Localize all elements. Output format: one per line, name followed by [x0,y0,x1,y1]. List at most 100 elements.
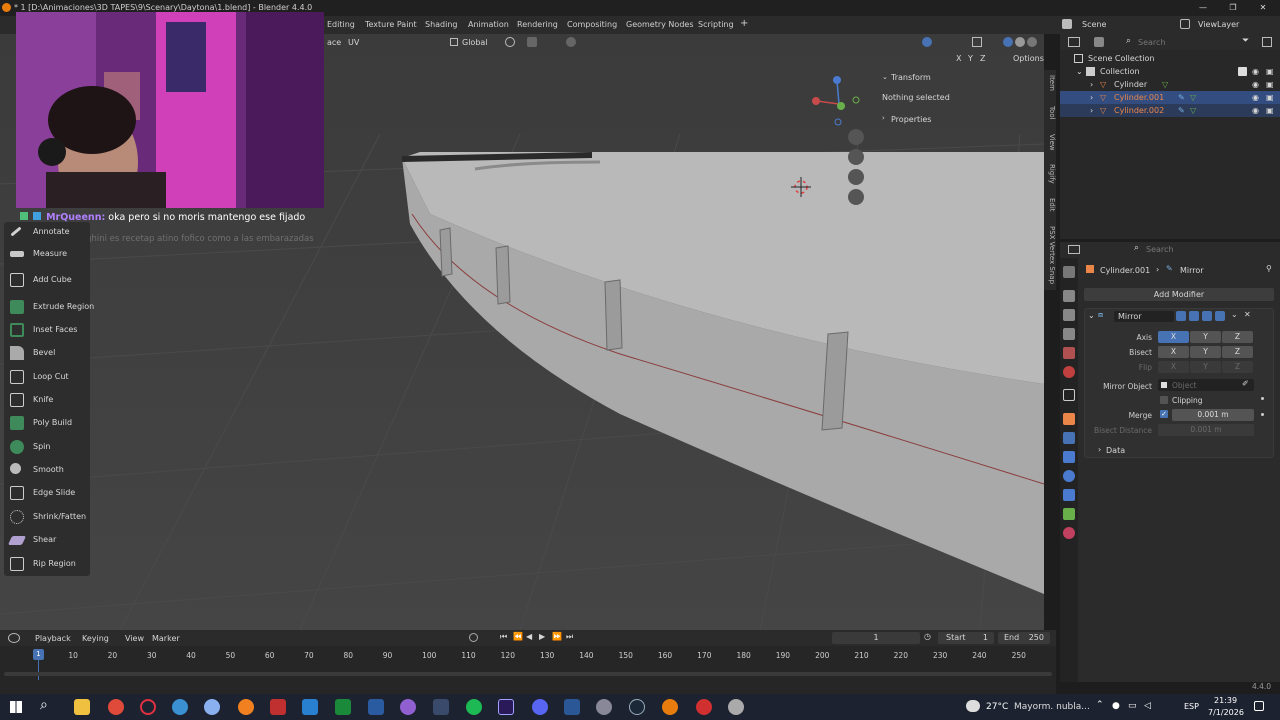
jump-start-icon[interactable]: ⏮ [500,632,507,642]
chevron-down-icon[interactable]: ⌄ [1231,310,1238,319]
tool-inset-faces[interactable]: Inset Faces [4,320,90,340]
tab-shading[interactable]: Shading [425,20,458,29]
filter-icon[interactable]: ⏷ [1242,36,1249,46]
camera-icon[interactable]: ▣ [1266,91,1274,104]
tab-editing[interactable]: Editing [327,20,355,29]
modifier-name-field[interactable]: Mirror [1114,311,1174,322]
tool-knife[interactable]: Knife [4,390,90,410]
world-tab-icon[interactable] [1063,366,1075,378]
pivot-icon[interactable] [505,37,515,47]
microphone-icon[interactable]: ● [1112,701,1120,711]
maximize-button[interactable]: ❐ [1218,0,1248,16]
tab-psx-vertex-snap[interactable]: PSX Vertex Snap [1044,226,1056,284]
pin-icon[interactable]: ⚲ [1266,264,1272,273]
browser-icon[interactable] [172,699,188,715]
checkbox-icon[interactable] [1238,67,1247,76]
camera-icon[interactable]: ▣ [1266,104,1274,117]
bisect-z-toggle[interactable]: Z [1222,346,1253,358]
axis-z-toggle[interactable]: Z [1222,331,1253,343]
marker-menu[interactable]: Marker [152,634,180,643]
tool-loop-cut[interactable]: Loop Cut [4,367,90,387]
tab-item[interactable]: Item [1044,75,1056,91]
opera-icon[interactable] [140,699,156,715]
merge-distance-field[interactable]: 0.001 m [1172,409,1254,421]
add-workspace-button[interactable]: + [740,18,748,29]
outliner-editor-icon[interactable] [1068,37,1080,47]
flip-y-toggle[interactable]: Y [1190,361,1221,373]
chevron-right-icon[interactable]: › [1098,445,1101,454]
keying-menu[interactable]: Keying [82,634,109,643]
properties-panel-header[interactable]: Properties [891,115,931,124]
timeline-scrollbar[interactable] [4,672,1052,676]
shading-solid-icon[interactable] [1003,37,1013,47]
spotify-icon[interactable] [466,699,482,715]
chevron-down-icon[interactable]: ⌄ [1088,311,1095,320]
modifier-editmode-icon[interactable] [1189,311,1199,321]
current-frame-field[interactable]: 1 [832,632,920,644]
tab-rigify[interactable]: Rigify [1044,164,1056,184]
prev-key-icon[interactable]: ⏪ [513,632,523,641]
clock-date[interactable]: 7/1/2026 [1208,708,1244,717]
new-collection-icon[interactable] [1262,37,1272,47]
app-icon[interactable] [400,699,416,715]
bisect-x-toggle[interactable]: X [1158,346,1189,358]
next-key-icon[interactable]: ⏩ [552,632,562,641]
tab-geometry-nodes[interactable]: Geometry Nodes [626,20,693,29]
tab-rendering[interactable]: Rendering [517,20,558,29]
app-icon[interactable] [433,699,449,715]
tool-poly-build[interactable]: Poly Build [4,413,90,433]
tool-tab-icon[interactable] [1063,266,1075,278]
tab-compositing[interactable]: Compositing [567,20,617,29]
volume-icon[interactable]: ◁ [1144,701,1151,711]
render-tab-icon[interactable] [1063,290,1075,302]
pycharm-icon[interactable] [335,699,351,715]
mirror-object-field[interactable]: Object ✐ [1158,379,1254,391]
modifier-render-icon[interactable] [1215,311,1225,321]
display-mode-icon[interactable] [1094,37,1104,47]
shading-rendered-icon[interactable] [1027,37,1037,47]
discord-icon[interactable] [532,699,548,715]
tool-annotate[interactable]: Annotate [4,222,90,242]
axis-z-toggle[interactable]: Z [980,54,985,63]
view-layer-name[interactable]: ViewLayer [1198,20,1239,29]
blender-icon[interactable] [662,699,678,715]
bisect-y-toggle[interactable]: Y [1190,346,1221,358]
eyedropper-icon[interactable]: ✐ [1242,379,1249,388]
close-icon[interactable]: ✕ [1244,310,1251,319]
object-tab-icon[interactable] [1063,413,1075,425]
tool-bevel[interactable]: Bevel [4,343,90,363]
jump-end-icon[interactable]: ⏭ [566,632,573,642]
eye-icon[interactable]: ◉ [1252,65,1259,78]
timeline-editor-icon[interactable] [8,633,20,643]
record-icon[interactable] [469,633,478,642]
outliner-row-cylinder-002[interactable]: › ▽ Cylinder.002 ✎ ▽ ◉ ▣ [1060,104,1280,117]
app-icon[interactable] [270,699,286,715]
tool-add-cube[interactable]: Add Cube [4,270,90,290]
taskbar-search-icon[interactable]: ⌕ [40,697,48,713]
axis-y-toggle[interactable]: Y [1190,331,1221,343]
minimize-button[interactable]: — [1188,0,1218,16]
shading-material-icon[interactable] [1015,37,1025,47]
camera-icon[interactable]: ▣ [1266,65,1274,78]
playback-menu[interactable]: Playback [35,634,71,643]
transform-panel-header[interactable]: Transform [891,73,931,82]
axis-y-toggle[interactable]: Y [968,54,973,63]
data-tab-icon[interactable] [1063,508,1075,520]
tab-animation[interactable]: Animation [468,20,509,29]
flip-x-toggle[interactable]: X [1158,361,1189,373]
outliner-row-cylinder-001[interactable]: › ▽ Cylinder.001 ✎ ▽ ◉ ▣ [1060,91,1280,104]
constraints-tab-icon[interactable] [1063,489,1075,501]
modifier-viewport-icon[interactable] [1202,311,1212,321]
tab-texture-paint[interactable]: Texture Paint [365,20,417,29]
play-icon[interactable]: ▶ [539,632,545,641]
app-icon[interactable] [696,699,712,715]
modifier-filter-icon[interactable] [1176,311,1186,321]
playhead[interactable]: 1 [33,649,44,660]
keyframe-dot-icon[interactable] [1261,413,1264,416]
axis-x-toggle[interactable]: X [1158,331,1189,343]
windows-start-icon[interactable] [10,701,22,713]
close-button[interactable]: ✕ [1248,0,1278,16]
merge-checkbox[interactable]: ✓ [1160,410,1168,418]
chrome-icon[interactable] [108,699,124,715]
outliner-search-input[interactable]: Search [1138,38,1238,47]
